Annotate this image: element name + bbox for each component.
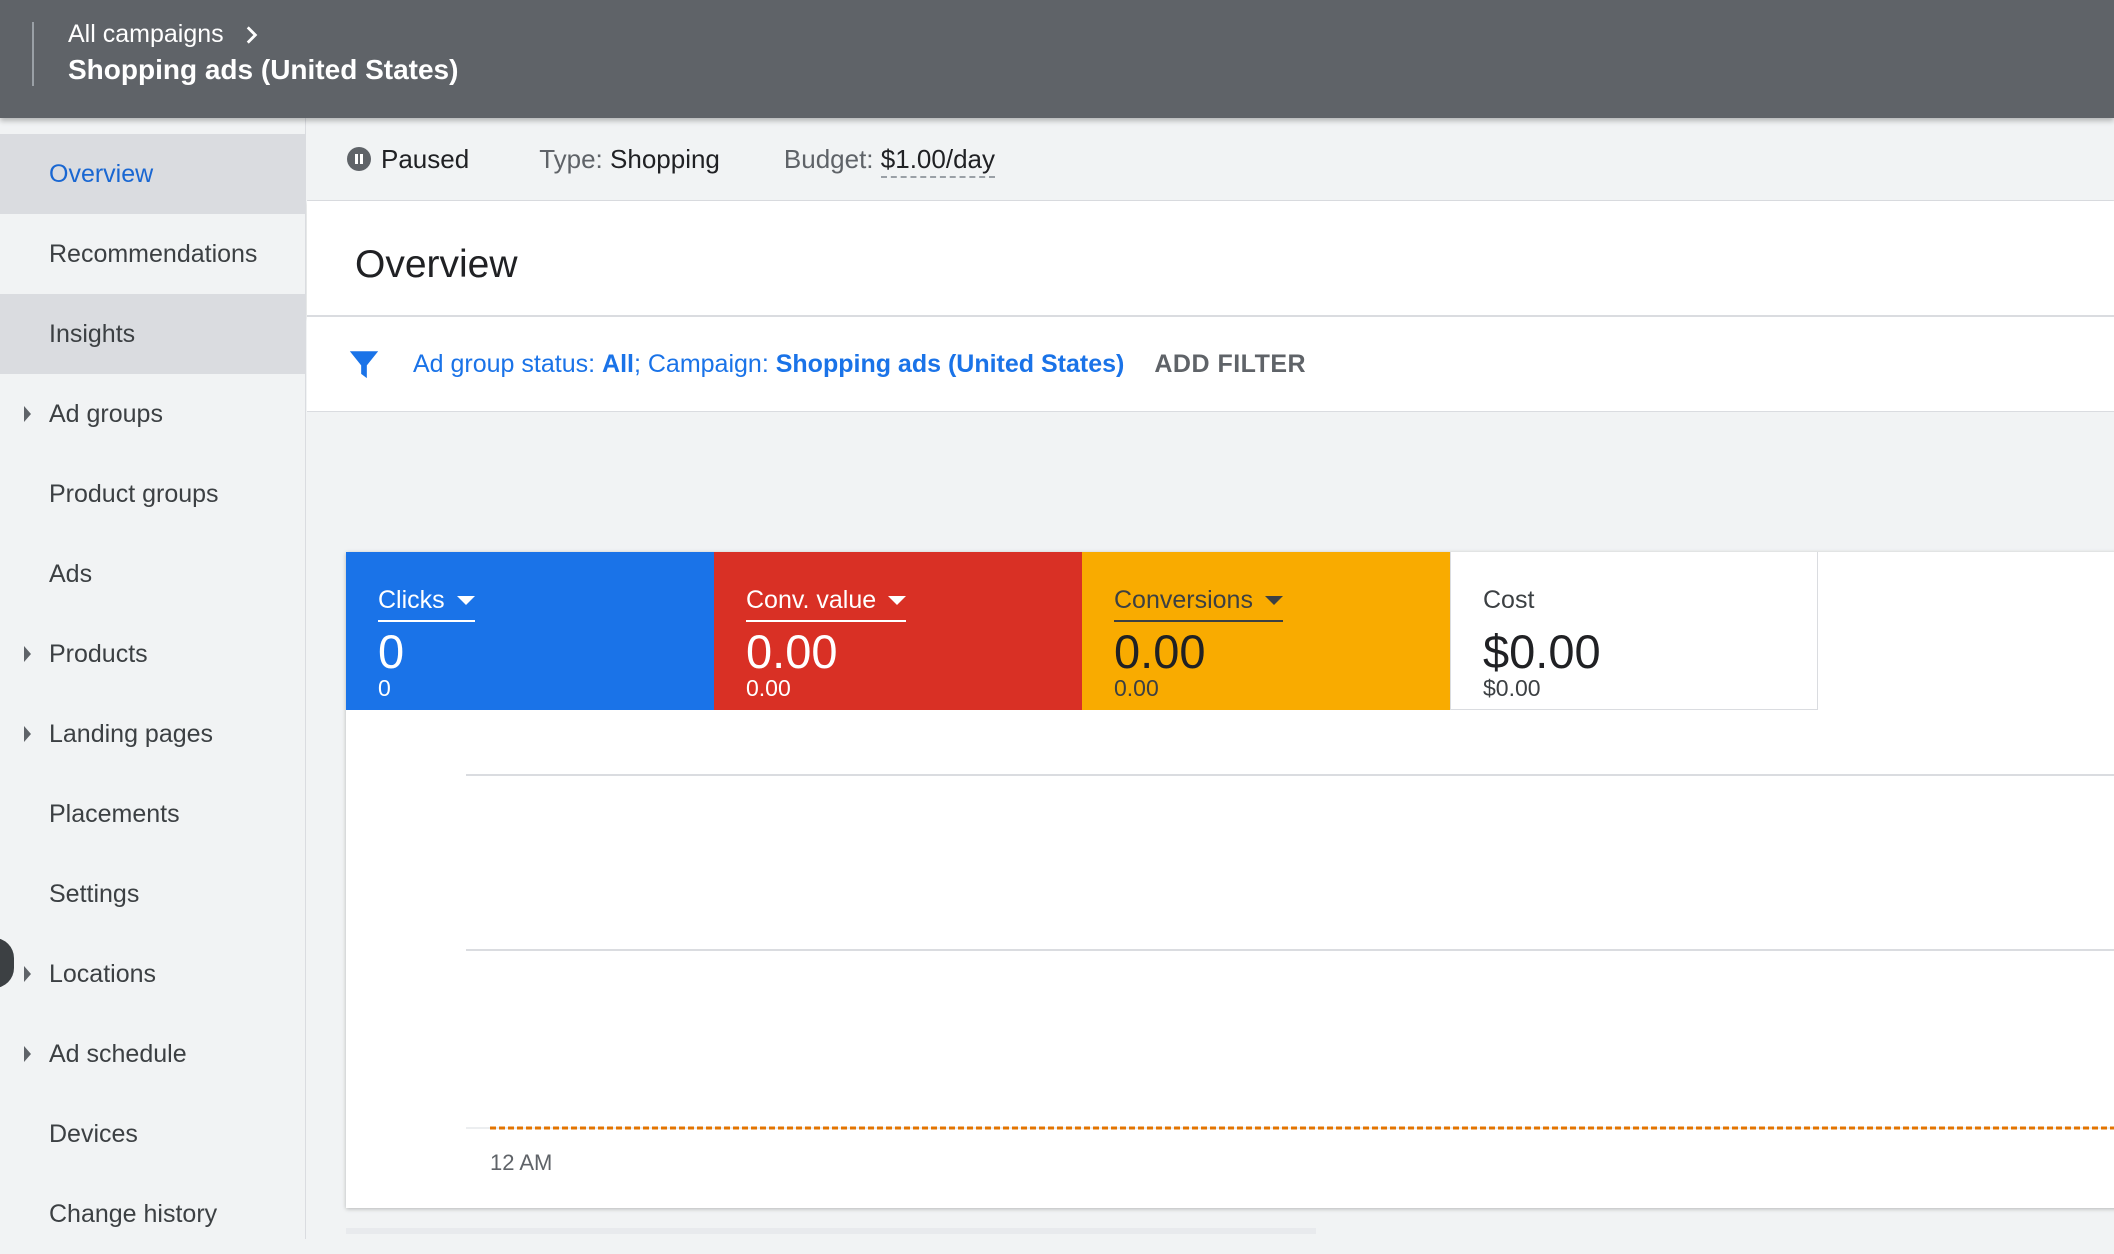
sidebar-item-ads[interactable]: Ads xyxy=(0,534,305,614)
type-value: Shopping xyxy=(610,143,720,174)
sidebar-item-label: Insights xyxy=(49,319,136,348)
line-chart: 12 AM xyxy=(346,710,2114,1208)
metric-value: 0.00 xyxy=(746,625,838,678)
budget-label: Budget: xyxy=(783,143,874,174)
metric-value: 0 xyxy=(378,625,405,678)
metric-value: $0.00 xyxy=(1483,625,1601,678)
sidebar-item-placements[interactable]: Placements xyxy=(0,774,305,854)
metric-clicks[interactable]: Clicks 0 0 xyxy=(346,552,714,710)
campaign-name: Shopping ads (United States) xyxy=(68,54,459,85)
performance-chart-card: Clicks 0 0 Conv. value 0.00 0.00 Convers… xyxy=(346,552,2114,1208)
filter-icon[interactable] xyxy=(347,347,381,381)
expand-arrow-icon[interactable] xyxy=(24,406,31,422)
filter-bar: Ad group status: All; Campaign: Shopping… xyxy=(307,317,2114,412)
metric-cost[interactable]: Cost $0.00 $0.00 xyxy=(1450,552,1818,710)
expand-arrow-icon[interactable] xyxy=(24,726,31,742)
dropdown-arrow-icon xyxy=(456,596,475,605)
x-axis-tick-label: 12 AM xyxy=(490,1150,553,1175)
sidebar-item-locations[interactable]: Locations xyxy=(0,934,305,1014)
sidebar-item-devices[interactable]: Devices xyxy=(0,1094,305,1174)
sidebar-item-label: Landing pages xyxy=(49,719,214,748)
dropdown-arrow-icon xyxy=(888,596,907,605)
campaign-header: All campaigns Shopping ads (United State… xyxy=(0,0,2114,118)
filter-separator: ; xyxy=(633,349,641,378)
page-title: Overview xyxy=(355,243,518,286)
filter-status-label: Ad group status: xyxy=(413,349,596,378)
add-filter-button[interactable]: ADD FILTER xyxy=(1154,350,1306,379)
metric-selector[interactable]: Clicks xyxy=(378,586,475,622)
chevron-right-icon xyxy=(246,25,257,44)
metric-name: Cost xyxy=(1483,586,1535,614)
sidebar-item-label: Change history xyxy=(49,1199,218,1228)
sidebar-item-landing-pages[interactable]: Landing pages xyxy=(0,694,305,774)
budget-value[interactable]: $1.00/day xyxy=(880,143,995,178)
filter-campaign-value: Shopping ads (United States) xyxy=(775,349,1125,378)
metric-name: Conversions xyxy=(1114,586,1253,614)
sidebar-item-change-history[interactable]: Change history xyxy=(0,1174,305,1254)
sidebar-item-label: Product groups xyxy=(49,479,219,508)
chart-svg xyxy=(466,774,2114,1130)
sidebar-item-label: Overview xyxy=(49,159,154,188)
active-filter[interactable]: Ad group status: All; Campaign: Shopping… xyxy=(413,350,1124,379)
sidebar-item-product-groups[interactable]: Product groups xyxy=(0,454,305,534)
metric-sub-value: 0.00 xyxy=(1114,675,1159,701)
campaign-status[interactable]: Paused xyxy=(381,144,469,175)
sidebar-item-products[interactable]: Products xyxy=(0,614,305,694)
metric-conv-value[interactable]: Conv. value 0.00 0.00 xyxy=(714,552,1082,710)
sidebar-item-label: Devices xyxy=(49,1119,138,1148)
sidebar-nav: Overview Recommendations Insights Ad gro… xyxy=(0,118,306,1239)
sidebar-item-insights[interactable]: Insights xyxy=(0,294,305,374)
metric-name: Conv. value xyxy=(746,586,877,614)
scroll-indicator xyxy=(346,1228,1316,1234)
sidebar-item-label: Ad schedule xyxy=(49,1039,187,1068)
page-title-bar: Overview xyxy=(307,201,2114,317)
sidebar-item-label: Settings xyxy=(49,879,140,908)
paused-icon xyxy=(347,147,371,171)
campaign-budget: Budget: $1.00/day xyxy=(783,143,995,178)
type-label: Type: xyxy=(539,143,603,174)
breadcrumb-all-campaigns[interactable]: All campaigns xyxy=(68,20,224,49)
campaign-status-bar: Paused Type: Shopping Budget: $1.00/day xyxy=(307,118,2114,201)
metric-value: 0.00 xyxy=(1114,625,1206,678)
metric-selector[interactable]: Cost xyxy=(1483,586,1534,622)
header-divider xyxy=(32,22,34,86)
metric-sub-value: 0.00 xyxy=(746,675,791,701)
breadcrumb: All campaigns xyxy=(68,20,264,49)
sidebar-item-ad-groups[interactable]: Ad groups xyxy=(0,374,305,454)
sidebar-item-label: Ads xyxy=(49,559,93,588)
sidebar-item-label: Ad groups xyxy=(49,399,163,428)
metric-selector[interactable]: Conv. value xyxy=(746,586,907,622)
campaign-type: Type: Shopping xyxy=(539,144,720,175)
filter-campaign-label: Campaign: xyxy=(647,349,769,378)
expand-arrow-icon[interactable] xyxy=(24,1046,31,1062)
metric-sub-value: $0.00 xyxy=(1483,675,1541,701)
metric-sub-value: 0 xyxy=(378,675,391,701)
sidebar-item-label: Locations xyxy=(49,959,157,988)
sidebar-item-label: Products xyxy=(49,639,148,668)
sidebar-item-ad-schedule[interactable]: Ad schedule xyxy=(0,1014,305,1094)
sidebar-item-label: Placements xyxy=(49,799,180,828)
expand-arrow-icon[interactable] xyxy=(24,966,31,982)
sidebar-item-settings[interactable]: Settings xyxy=(0,854,305,934)
metric-conversions[interactable]: Conversions 0.00 0.00 xyxy=(1082,552,1450,710)
metric-name: Clicks xyxy=(378,586,445,614)
dropdown-arrow-icon xyxy=(1264,596,1283,605)
sidebar-item-recommendations[interactable]: Recommendations xyxy=(0,214,305,294)
expand-arrow-icon[interactable] xyxy=(24,646,31,662)
sidebar-item-overview[interactable]: Overview xyxy=(0,134,305,214)
filter-status-value: All xyxy=(602,349,634,378)
metric-selector[interactable]: Conversions xyxy=(1114,586,1283,622)
sidebar-item-label: Recommendations xyxy=(49,239,258,268)
